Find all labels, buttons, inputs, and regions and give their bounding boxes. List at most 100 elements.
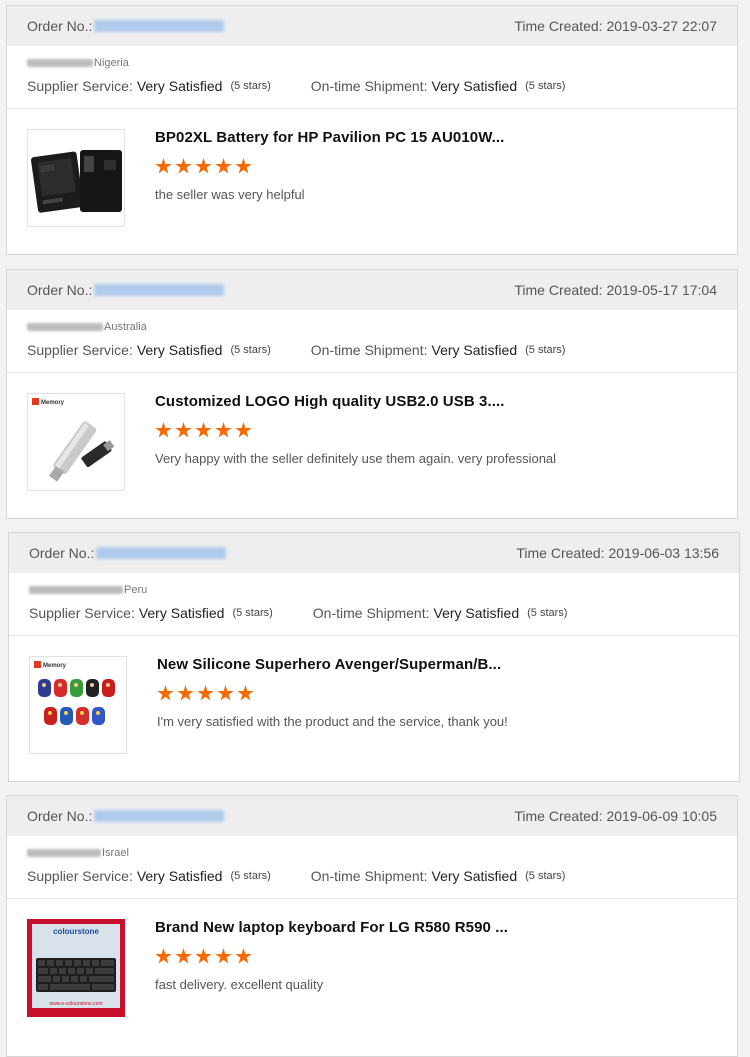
order-number-link[interactable] [96,547,227,559]
product-title[interactable]: BP02XL Battery for HP Pavilion PC 15 AU0… [155,129,504,146]
supplier-service-label: Supplier Service: [27,78,133,94]
review-comment: I'm very satisfied with the product and … [157,714,508,729]
star-icon [175,948,192,964]
star-icon [157,685,174,701]
time-created-value: 2019-05-17 17:04 [606,282,717,298]
star-icon [195,158,212,174]
review-stars [157,685,508,702]
ontime-shipment-rating: Very Satisfied [431,78,518,94]
buyer-country: Nigeria [94,57,129,69]
product-title[interactable]: Brand New laptop keyboard For LG R580 R5… [155,919,508,936]
supplier-service-rating: Very Satisfied [136,78,223,94]
product-thumbnail[interactable] [27,129,125,227]
ontime-shipment-label: On-time Shipment: [312,605,430,621]
ontime-shipment-label: On-time Shipment: [310,342,428,358]
star-icon [197,685,214,701]
keyboard-footer-text: www.e-colourstone.com [49,1001,102,1007]
ontime-shipment-label: On-time Shipment: [310,78,428,94]
review-card: Order No.: Time Created: 2019-06-09 10:0… [6,795,738,1057]
star-icon [235,948,252,964]
buyer-country: Peru [124,584,148,596]
star-icon [215,422,232,438]
buyer-info: Nigeria Supplier Service: Very Satisfied… [7,46,737,109]
review-card: Order No.: Time Created: 2019-03-27 22:0… [6,5,738,255]
order-no-label: Order No.: [27,18,93,34]
review-header: Order No.: Time Created: 2019-06-09 10:0… [7,796,737,836]
review-comment: fast delivery. excellent quality [155,977,324,992]
ontime-shipment-stars: (5 stars) [525,80,566,92]
buyer-name [27,59,93,67]
review-stars [155,158,504,175]
time-created-label: Time Created: [514,282,603,298]
star-icon [215,158,232,174]
product-review: Memory Customized LOGO High quality USB2… [7,373,737,509]
buyer-info: Australia Supplier Service: Very Satisfi… [7,310,737,373]
ontime-shipment-stars: (5 stars) [525,870,566,882]
order-number-link[interactable] [94,284,225,296]
order-number-link[interactable] [94,20,225,32]
ontime-shipment-stars: (5 stars) [525,344,566,356]
supplier-service-rating: Very Satisfied [136,342,223,358]
star-icon [195,948,212,964]
product-review: colourstone www.e-colourstone.com Brand … [7,899,737,1035]
star-icon [215,948,232,964]
star-icon [155,158,172,174]
buyer-info: Peru Supplier Service: Very Satisfied (5… [9,573,739,636]
supplier-service-rating: Very Satisfied [138,605,225,621]
product-thumbnail[interactable]: Memory [29,656,127,754]
supplier-service-label: Supplier Service: [27,342,133,358]
product-title[interactable]: Customized LOGO High quality USB2.0 USB … [155,393,556,410]
buyer-name [27,849,101,857]
buyer-info: Israel Supplier Service: Very Satisfied … [7,836,737,899]
product-thumbnail[interactable]: Memory [27,393,125,491]
supplier-service-rating: Very Satisfied [136,868,223,884]
review-stars [155,422,556,439]
star-icon [175,422,192,438]
keyboard-image: colourstone www.e-colourstone.com [28,920,124,1016]
star-icon [237,685,254,701]
product-review: BP02XL Battery for HP Pavilion PC 15 AU0… [7,109,737,245]
usb-brand-text: Memory [41,400,65,406]
product-title[interactable]: New Silicone Superhero Avenger/Superman/… [157,656,508,673]
buyer-name [27,323,103,331]
supplier-service-stars: (5 stars) [232,607,273,619]
time-created-value: 2019-03-27 22:07 [606,18,717,34]
product-review: Memory New Silicone Superhero Avenger/Su… [9,636,739,772]
order-no-label: Order No.: [29,545,95,561]
star-icon [217,685,234,701]
time-created-value: 2019-06-09 10:05 [606,808,717,824]
review-header: Order No.: Time Created: 2019-06-03 13:5… [9,533,739,573]
star-icon [235,422,252,438]
battery-image [28,130,124,226]
buyer-name [29,586,123,594]
ontime-shipment-rating: Very Satisfied [431,342,518,358]
time-created-label: Time Created: [516,545,605,561]
star-icon [177,685,194,701]
buyer-country: Australia [104,321,147,333]
star-icon [195,422,212,438]
buyer-country: Israel [102,847,129,859]
product-thumbnail[interactable]: colourstone www.e-colourstone.com [27,919,125,1017]
star-icon [155,948,172,964]
review-header: Order No.: Time Created: 2019-03-27 22:0… [7,6,737,46]
order-no-label: Order No.: [27,282,93,298]
order-no-label: Order No.: [27,808,93,824]
supplier-service-label: Supplier Service: [27,868,133,884]
usb-drive-image: Memory [28,394,124,490]
ontime-shipment-rating: Very Satisfied [433,605,520,621]
time-created-label: Time Created: [514,808,603,824]
star-icon [175,158,192,174]
review-stars [155,948,508,965]
star-icon [235,158,252,174]
keyboard-brand-text: colourstone [53,927,99,936]
order-number-link[interactable] [94,810,225,822]
supplier-service-stars: (5 stars) [230,344,271,356]
usb-brand-text: Memory [43,663,67,669]
ontime-shipment-label: On-time Shipment: [310,868,428,884]
supplier-service-stars: (5 stars) [230,80,271,92]
ontime-shipment-rating: Very Satisfied [431,868,518,884]
supplier-service-stars: (5 stars) [230,870,271,882]
ontime-shipment-stars: (5 stars) [527,607,568,619]
review-header: Order No.: Time Created: 2019-05-17 17:0… [7,270,737,310]
review-comment: the seller was very helpful [155,187,305,202]
